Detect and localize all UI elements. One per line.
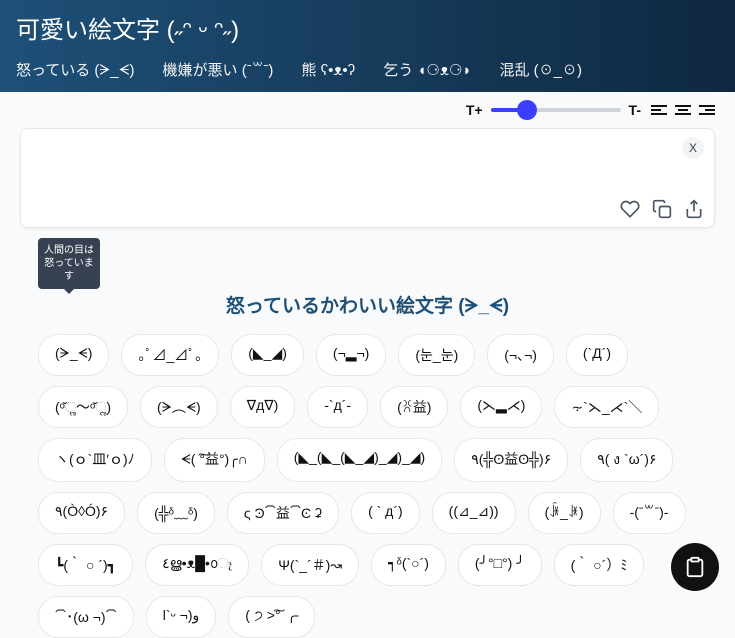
emoji-chip[interactable]: (｀ ○´）ﾐ: [554, 544, 645, 586]
emoji-chip[interactable]: (◣_◢): [231, 334, 304, 376]
emoji-chip[interactable]: ς Ͽ⏠益⏠Ͼ ʡ: [227, 492, 339, 534]
emoji-chip[interactable]: ⸟`⋋_⋌`＼: [554, 386, 659, 428]
align-left-icon[interactable]: [651, 105, 667, 115]
emoji-grid: (ᗒ_ᗕ) ｡ﾟ⊿_⊿ﾟ｡ (◣_◢) (¬▂¬) (눈_눈) (¬､¬) (`Д´) (ᵒ̌…: [0, 334, 735, 638]
emoji-chip[interactable]: Ψ(`_´＃)↝: [261, 544, 359, 586]
emoji-chip[interactable]: -`д´-: [307, 386, 368, 428]
editor-textarea[interactable]: X: [20, 128, 715, 228]
page-title: 可愛い絵文字 (˶ᵔ ᵕ ᵔ˶): [16, 10, 719, 45]
tab-bear[interactable]: 熊 ʕ•ᴥ•ʔ: [301, 59, 355, 80]
increase-font-label: T+: [466, 102, 483, 118]
clear-button[interactable]: X: [682, 137, 704, 159]
emoji-chip[interactable]: ｡ﾟ⊿_⊿ﾟ｡: [121, 334, 219, 376]
emoji-chip[interactable]: (╯°□°) ╯: [458, 544, 542, 586]
copy-icon[interactable]: [652, 199, 672, 219]
emoji-chip[interactable]: (ᗒ︵ᗕ): [140, 386, 218, 428]
decrease-font-label: T-: [629, 102, 641, 118]
text-align-group: [651, 105, 715, 115]
heart-icon[interactable]: [620, 199, 640, 219]
emoji-chip[interactable]: (눈_눈): [398, 334, 475, 376]
clipboard-fab[interactable]: [671, 543, 719, 591]
emoji-chip[interactable]: -(ˉ꒳ˉ)-: [613, 492, 686, 534]
emoji-chip[interactable]: (ᗒ_ᗕ): [38, 334, 109, 376]
emoji-chip[interactable]: (¬､¬): [487, 334, 554, 376]
emoji-chip[interactable]: ┑ᵟ(`○´): [371, 544, 446, 586]
emoji-chip[interactable]: (ꐦ益): [380, 386, 448, 428]
align-center-icon[interactable]: [675, 105, 691, 115]
emoji-chip[interactable]: ∇д∇): [230, 386, 296, 428]
emoji-chip[interactable]: ( ੭ >͠° ╭: [228, 596, 315, 638]
emoji-chip[interactable]: ┗(｀ ○ ´)┓: [38, 544, 133, 586]
emoji-chip[interactable]: ٩( ง `ω´)۶: [580, 438, 673, 482]
emoji-chip[interactable]: ٤ൠ•ᴥ█•൦ෑ: [145, 544, 249, 586]
tab-beg[interactable]: 乞う ◖⚆ᴥ⚆◗: [383, 59, 471, 80]
emoji-chip[interactable]: ( ` д´): [351, 492, 420, 534]
emoji-chip[interactable]: (ᵒ̌ૢ～ᵒ̌ૢ): [38, 386, 128, 428]
emoji-chip[interactable]: ٩(Ò◊Ó)۶: [38, 492, 125, 534]
emoji-chip[interactable]: (`Д´): [566, 334, 628, 376]
emoji-chip[interactable]: (ꐁ_ꐂ): [528, 492, 601, 534]
clipboard-icon: [684, 556, 706, 578]
slider-thumb[interactable]: [517, 100, 537, 120]
align-right-icon[interactable]: [699, 105, 715, 115]
font-size-slider[interactable]: [491, 108, 621, 112]
emoji-chip[interactable]: (⋋▂⋌): [460, 386, 542, 428]
emoji-chip[interactable]: l`ᵕ ¬)و: [146, 596, 217, 638]
category-tabs: 怒っている (ᗒ_ᗕ) 機嫌が悪い (ˉ꒳ˉ) 熊 ʕ•ᴥ•ʔ 乞う ◖⚆ᴥ⚆◗…: [16, 59, 719, 92]
emoji-chip[interactable]: ((⊿_⊿)): [432, 492, 516, 534]
tab-angry[interactable]: 怒っている (ᗒ_ᗕ): [16, 59, 135, 80]
emoji-chip[interactable]: (¬▂¬): [316, 334, 386, 376]
section-title: 怒っているかわいい絵文字 (ᗒ_ᗕ): [0, 291, 735, 318]
tooltip: 人間の目は怒っています: [38, 238, 100, 289]
app-header: 可愛い絵文字 (˶ᵔ ᵕ ᵔ˶) 怒っている (ᗒ_ᗕ) 機嫌が悪い (ˉ꒳ˉ)…: [0, 0, 735, 92]
toolbar: T+ T-: [0, 92, 735, 128]
emoji-chip[interactable]: ٩(╬ʘ益ʘ╬)۶: [454, 438, 568, 482]
tab-confused[interactable]: 混乱 (☉_☉): [499, 59, 582, 80]
editor-actions: [620, 199, 704, 219]
emoji-chip[interactable]: (╬ᵟ﹏ᵟ): [137, 492, 215, 534]
emoji-chip[interactable]: (◣_(◣_(◣_◢)_◢)_◢): [277, 438, 443, 482]
emoji-chip[interactable]: ヽ(ｏ`皿′ｏ)ﾉ: [38, 438, 152, 482]
tab-bad-mood[interactable]: 機嫌が悪い (ˉ꒳ˉ): [163, 59, 274, 80]
emoji-chip[interactable]: ⏠･(ω ¬)⏠: [38, 596, 134, 638]
font-size-control: T+ T-: [466, 102, 641, 118]
emoji-chip[interactable]: ᗕ( ͠°益°)╭∩: [164, 438, 265, 482]
share-icon[interactable]: [684, 199, 704, 219]
